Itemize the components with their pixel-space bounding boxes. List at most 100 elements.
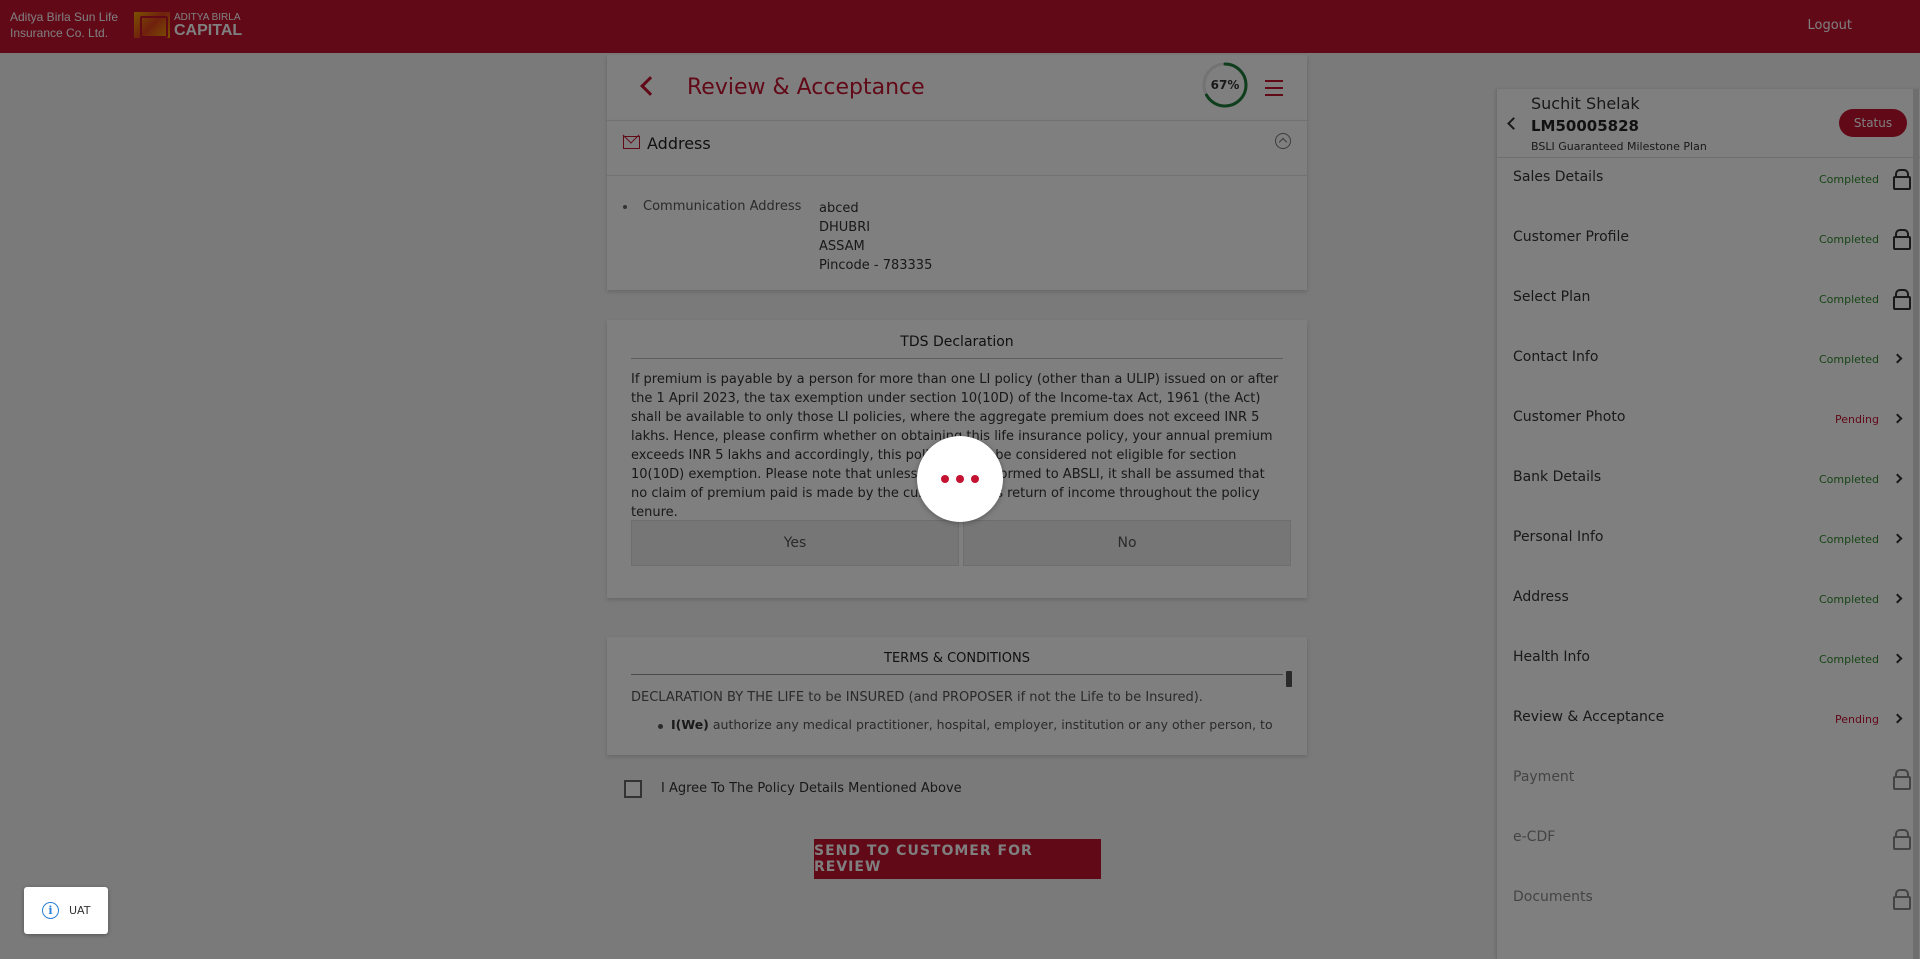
uat-badge: i UAT xyxy=(24,887,108,934)
step-status: Completed xyxy=(1819,233,1879,246)
lock-icon xyxy=(1893,889,1911,910)
review-header: Review & Acceptance 67% xyxy=(607,55,1307,120)
step-label: Select Plan xyxy=(1513,289,1591,305)
step-label: Customer Profile xyxy=(1513,229,1629,245)
steps-panel: Suchit Shelak LM50005828 BSLI Guaranteed… xyxy=(1496,89,1920,959)
step-status: Pending xyxy=(1835,713,1879,726)
address-header[interactable]: Address xyxy=(607,121,1307,176)
step-label: Payment xyxy=(1513,769,1575,785)
step-item-sales-details[interactable]: Sales Details Completed xyxy=(1497,158,1920,218)
progress-percent: 67% xyxy=(1210,78,1240,92)
step-label: Address xyxy=(1513,589,1569,605)
step-label: Contact Info xyxy=(1513,349,1599,365)
address-line: DHUBRI xyxy=(819,220,871,235)
lock-icon xyxy=(1893,289,1911,310)
step-label: e-CDF xyxy=(1513,829,1556,845)
capital-bottom-text: CAPITAL xyxy=(174,22,243,39)
steps-list: Sales Details Completed Customer Profile Co… xyxy=(1497,158,1920,938)
step-item-select-plan[interactable]: Select Plan Completed xyxy=(1497,278,1920,338)
terms-title: TERMS & CONDITIONS xyxy=(631,651,1283,675)
status-button[interactable]: Status xyxy=(1839,109,1907,137)
step-item-e-cdf[interactable]: e-CDF xyxy=(1497,818,1920,878)
step-item-customer-photo[interactable]: Customer Photo Pending xyxy=(1497,398,1920,458)
customer-name: Suchit Shelak xyxy=(1531,94,1640,113)
address-line: Pincode - 783335 xyxy=(819,258,933,273)
back-arrow-icon[interactable] xyxy=(640,76,660,96)
agree-checkbox[interactable] xyxy=(624,780,642,798)
address-line: abced xyxy=(819,201,859,216)
step-item-payment[interactable]: Payment xyxy=(1497,758,1920,818)
step-status: Completed xyxy=(1819,173,1879,186)
bullet-icon xyxy=(658,724,663,729)
uat-label: UAT xyxy=(69,904,91,917)
chevron-right-icon xyxy=(1892,593,1903,604)
lock-icon xyxy=(1893,169,1911,190)
step-label: Personal Info xyxy=(1513,529,1604,545)
step-status: Pending xyxy=(1835,413,1879,426)
step-status: Completed xyxy=(1819,353,1879,366)
step-item-bank-details[interactable]: Bank Details Completed xyxy=(1497,458,1920,518)
communication-address-value: abced DHUBRI ASSAM Pincode - 783335 xyxy=(819,199,932,275)
absli-logo: Aditya Birla Sun Life Insurance Co. Ltd. xyxy=(10,9,118,41)
step-label: Customer Photo xyxy=(1513,409,1626,425)
step-item-customer-profile[interactable]: Customer Profile Completed xyxy=(1497,218,1920,278)
chevron-right-icon xyxy=(1892,413,1903,424)
loading-spinner xyxy=(917,436,1003,522)
step-item-health-info[interactable]: Health Info Completed xyxy=(1497,638,1920,698)
bullet-icon xyxy=(623,205,627,209)
step-status: Completed xyxy=(1819,293,1879,306)
step-status: Completed xyxy=(1819,593,1879,606)
step-item-documents[interactable]: Documents xyxy=(1497,878,1920,938)
menu-icon[interactable] xyxy=(1265,80,1283,96)
page-title: Review & Acceptance xyxy=(687,75,925,100)
chevron-right-icon xyxy=(1892,533,1903,544)
top-bar: Aditya Birla Sun Life Insurance Co. Ltd.… xyxy=(0,0,1920,53)
step-status: Completed xyxy=(1819,473,1879,486)
step-item-contact-info[interactable]: Contact Info Completed xyxy=(1497,338,1920,398)
address-title: Address xyxy=(647,134,711,153)
tds-no-button[interactable]: No xyxy=(963,520,1291,566)
progress-ring: 67% xyxy=(1201,61,1249,109)
plan-name: BSLI Guaranteed Milestone Plan xyxy=(1531,140,1707,153)
step-status: Completed xyxy=(1819,653,1879,666)
panel-back-icon[interactable] xyxy=(1507,117,1520,130)
terms-item-bold: I(We) xyxy=(671,717,709,732)
brand-line-1: Aditya Birla Sun Life xyxy=(10,10,119,24)
terms-item: I(We) authorize any medical practitioner… xyxy=(671,717,1273,732)
logo-mark-icon xyxy=(134,12,170,38)
brand-line-2: Insurance Co. Ltd. xyxy=(10,26,109,40)
terms-scrollbar[interactable] xyxy=(1286,671,1292,687)
chevron-right-icon xyxy=(1892,473,1903,484)
chevron-right-icon xyxy=(1892,713,1903,724)
step-label: Bank Details xyxy=(1513,469,1602,485)
agree-label: I Agree To The Policy Details Mentioned … xyxy=(661,781,962,796)
lock-icon xyxy=(1893,769,1911,790)
step-item-address[interactable]: Address Completed xyxy=(1497,578,1920,638)
terms-conditions-card[interactable]: TERMS & CONDITIONS DECLARATION BY THE LI… xyxy=(607,637,1307,755)
aditya-birla-capital-logo: ADITYA BIRLA CAPITAL xyxy=(134,12,243,39)
application-id: LM50005828 xyxy=(1531,117,1639,135)
step-status: Completed xyxy=(1819,533,1879,546)
step-label: Documents xyxy=(1513,889,1593,905)
tds-yes-button[interactable]: Yes xyxy=(631,520,959,566)
info-icon: i xyxy=(42,902,59,919)
chevron-right-icon xyxy=(1892,353,1903,364)
tds-title: TDS Declaration xyxy=(631,334,1283,359)
step-label: Health Info xyxy=(1513,649,1590,665)
collapse-icon[interactable] xyxy=(1275,133,1291,149)
step-item-personal-info[interactable]: Personal Info Completed xyxy=(1497,518,1920,578)
lock-icon xyxy=(1893,229,1911,250)
mail-icon xyxy=(623,136,640,149)
communication-address-label: Communication Address xyxy=(643,199,802,214)
address-section: Address Communication Address abced DHUB… xyxy=(607,120,1307,290)
step-label: Sales Details xyxy=(1513,169,1604,185)
terms-item-text: authorize any medical practitioner, hosp… xyxy=(708,717,1273,732)
lock-icon xyxy=(1893,829,1911,850)
step-item-review-acceptance[interactable]: Review & Acceptance Pending xyxy=(1497,698,1920,758)
chevron-right-icon xyxy=(1892,653,1903,664)
terms-declaration: DECLARATION BY THE LIFE to be INSURED (a… xyxy=(631,690,1203,705)
logout-link[interactable]: Logout xyxy=(1807,18,1852,33)
send-to-customer-button[interactable]: SEND TO CUSTOMER FOR REVIEW xyxy=(814,839,1101,879)
step-label: Review & Acceptance xyxy=(1513,709,1665,725)
panel-scrollbar[interactable] xyxy=(1913,89,1919,959)
